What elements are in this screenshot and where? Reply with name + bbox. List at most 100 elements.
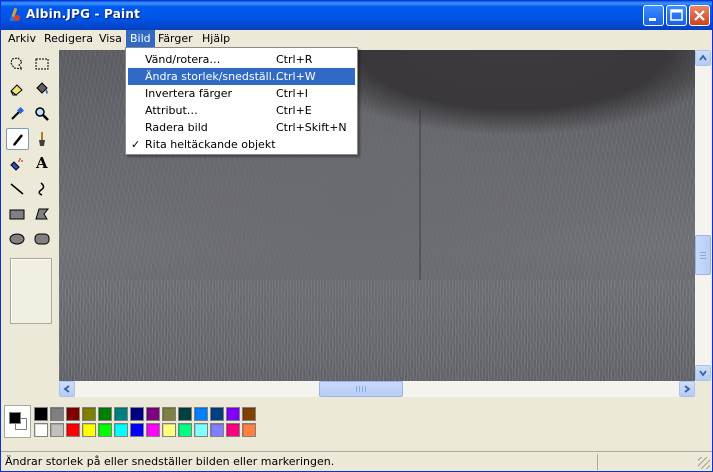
toolbox: A — [3, 50, 59, 400]
tool-curve[interactable] — [31, 178, 54, 200]
close-button[interactable] — [689, 5, 710, 26]
tool-eraser[interactable] — [6, 78, 29, 100]
eraser-icon — [10, 84, 23, 96]
tool-brush[interactable] — [31, 128, 54, 150]
title-bar[interactable]: Albin.JPG - Paint — [1, 1, 712, 30]
close-icon — [694, 10, 705, 21]
tool-ellipse[interactable] — [6, 228, 29, 250]
menu-redigera[interactable]: Redigera — [40, 30, 97, 48]
palette-swatch-top-1[interactable] — [50, 407, 64, 421]
color-palette — [1, 400, 712, 447]
scroll-right-button[interactable] — [679, 381, 695, 397]
menu-arkiv[interactable]: Arkiv — [4, 30, 40, 48]
scroll-left-button[interactable] — [59, 381, 75, 397]
palette-swatch-top-13[interactable] — [242, 407, 256, 421]
foreground-color-swatch[interactable] — [9, 412, 21, 424]
polygon-tool-icon — [35, 208, 50, 220]
tool-rectangle-select[interactable] — [31, 53, 54, 75]
tool-options-box[interactable] — [10, 258, 52, 324]
menu-item-invertera-farger[interactable]: Invertera färger Ctrl+I — [128, 85, 355, 102]
scroll-up-button[interactable] — [695, 50, 711, 66]
pencil-icon — [13, 134, 23, 146]
horizontal-scrollbar[interactable] — [59, 381, 695, 397]
menu-item-label: Invertera färger — [145, 87, 233, 100]
tool-free-form-select[interactable] — [6, 53, 29, 75]
text-tool-icon: A — [36, 154, 48, 172]
menu-bild[interactable]: Bild — [126, 30, 155, 48]
palette-swatch-bottom-7[interactable] — [146, 423, 160, 437]
current-colors-indicator[interactable] — [4, 405, 31, 438]
minimize-icon — [649, 18, 656, 21]
magnifier-icon — [35, 107, 49, 121]
tool-magnifier[interactable] — [31, 103, 54, 125]
menu-item-shortcut: Ctrl+R — [276, 53, 313, 66]
palette-swatch-bottom-12[interactable] — [226, 423, 240, 437]
palette-swatch-top-3[interactable] — [82, 407, 96, 421]
menu-farger[interactable]: Färger — [154, 30, 197, 48]
tool-line[interactable] — [6, 178, 29, 200]
palette-swatch-top-4[interactable] — [98, 407, 112, 421]
resize-grip-icon[interactable] — [698, 457, 710, 469]
maximize-button[interactable] — [666, 5, 687, 26]
canvas-image-detail — [419, 110, 421, 280]
palette-swatch-top-10[interactable] — [194, 407, 208, 421]
fill-bucket-icon — [36, 82, 48, 94]
tool-airbrush[interactable] — [6, 153, 29, 175]
vertical-scroll-thumb[interactable] — [695, 235, 711, 275]
palette-swatch-top-5[interactable] — [114, 407, 128, 421]
horizontal-scroll-thumb[interactable] — [319, 381, 403, 397]
menu-item-andra-storlek[interactable]: Ändra storlek/snedställ… Ctrl+W — [128, 68, 355, 85]
menu-item-label: Attribut… — [145, 104, 198, 117]
palette-swatch-bottom-11[interactable] — [210, 423, 224, 437]
scroll-down-button[interactable] — [695, 365, 711, 381]
palette-swatch-bottom-2[interactable] — [66, 423, 80, 437]
menu-item-shortcut: Ctrl+I — [276, 87, 309, 100]
palette-swatch-bottom-1[interactable] — [50, 423, 64, 437]
menu-visa[interactable]: Visa — [95, 30, 126, 48]
tool-rectangle[interactable] — [6, 203, 29, 225]
tool-polygon[interactable] — [31, 203, 54, 225]
palette-swatch-bottom-13[interactable] — [242, 423, 256, 437]
tool-text[interactable]: A — [31, 153, 54, 175]
palette-swatch-bottom-0[interactable] — [34, 423, 48, 437]
menu-hjalp[interactable]: Hjälp — [198, 30, 234, 48]
tool-fill[interactable] — [31, 78, 54, 100]
palette-swatch-bottom-4[interactable] — [98, 423, 112, 437]
scrollbar-corner — [695, 381, 711, 397]
tool-color-picker[interactable] — [6, 103, 29, 125]
palette-swatch-bottom-10[interactable] — [194, 423, 208, 437]
menu-item-rita-heltackande[interactable]: ✓ Rita heltäckande objekt — [128, 136, 355, 153]
palette-swatch-top-2[interactable] — [66, 407, 80, 421]
palette-swatch-top-0[interactable] — [34, 407, 48, 421]
canvas-image-texture — [59, 280, 695, 381]
window-title: Albin.JPG - Paint — [26, 7, 141, 21]
bild-menu-dropdown: Vänd/rotera… Ctrl+R Ändra storlek/snedst… — [125, 47, 358, 155]
palette-swatch-bottom-6[interactable] — [130, 423, 144, 437]
chevron-right-icon — [684, 385, 691, 393]
rectangle-select-icon — [35, 58, 49, 70]
menu-item-attribut[interactable]: Attribut… Ctrl+E — [128, 102, 355, 119]
check-mark-icon: ✓ — [131, 138, 141, 151]
curve-tool-icon — [38, 182, 45, 196]
tool-rounded-rectangle[interactable] — [31, 228, 54, 250]
palette-swatch-bottom-9[interactable] — [178, 423, 192, 437]
palette-swatch-top-11[interactable] — [210, 407, 224, 421]
vertical-scrollbar[interactable] — [695, 50, 711, 381]
ellipse-tool-icon — [9, 233, 25, 245]
palette-swatch-top-6[interactable] — [130, 407, 144, 421]
free-form-select-icon — [10, 57, 24, 70]
menu-item-label: Ändra storlek/snedställ… — [145, 70, 283, 83]
menu-item-label: Radera bild — [145, 121, 208, 134]
palette-swatch-top-12[interactable] — [226, 407, 240, 421]
palette-swatch-top-7[interactable] — [146, 407, 160, 421]
tool-pencil[interactable] — [6, 128, 29, 150]
palette-swatch-top-9[interactable] — [178, 407, 192, 421]
palette-swatch-top-8[interactable] — [162, 407, 176, 421]
palette-swatch-bottom-3[interactable] — [82, 423, 96, 437]
menu-item-shortcut: Ctrl+E — [276, 104, 312, 117]
menu-item-vand-rotera[interactable]: Vänd/rotera… Ctrl+R — [128, 51, 355, 68]
palette-swatch-bottom-5[interactable] — [114, 423, 128, 437]
palette-swatch-bottom-8[interactable] — [162, 423, 176, 437]
minimize-button[interactable] — [643, 5, 664, 26]
menu-item-radera-bild[interactable]: Radera bild Ctrl+Skift+N — [128, 119, 355, 136]
